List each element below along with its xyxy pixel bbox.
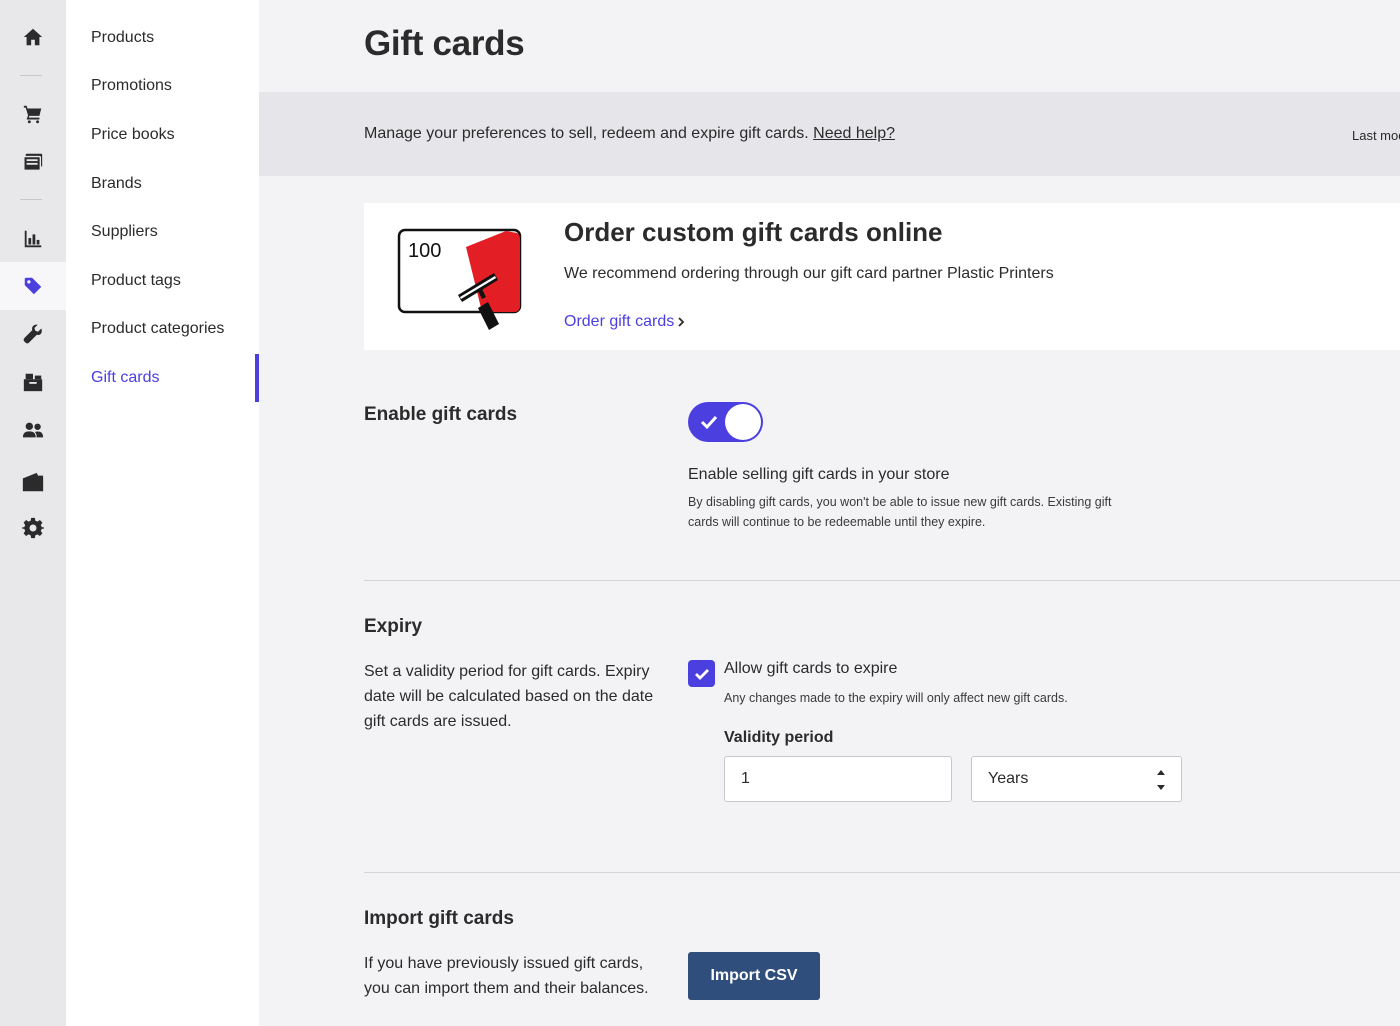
subnav-item-label: Promotions [91, 77, 172, 94]
validity-unit-value: Years [988, 770, 1029, 787]
subnav-item-label: Product tags [91, 272, 181, 289]
check-icon [694, 668, 709, 680]
expiry-desc-line: date will be calculated based on the dat… [364, 688, 654, 705]
promo-title: Order custom gift cards online [564, 217, 943, 247]
order-gift-cards-label: Order gift cards [564, 313, 675, 330]
need-help-link[interactable]: Need help? [813, 125, 895, 142]
subnav-item-product-categories[interactable]: Product categories [66, 307, 259, 351]
gear-icon [22, 517, 44, 539]
subnav-item-label: Suppliers [91, 223, 158, 240]
import-section-title: Import gift cards [364, 908, 514, 929]
cart-icon [23, 105, 42, 124]
register-icon [23, 153, 43, 171]
wrench-icon [23, 324, 42, 344]
rail-setup[interactable] [0, 310, 66, 358]
enable-gift-cards-toggle[interactable] [688, 402, 763, 442]
section-divider [364, 872, 1400, 873]
enable-section-title: Enable gift cards [364, 404, 518, 425]
customers-icon [22, 422, 44, 438]
last-modified-text: Last mod [1352, 128, 1400, 143]
subnav-item-product-tags[interactable]: Product tags [66, 259, 259, 303]
import-desc-line: you can import them and their balances. [364, 980, 649, 997]
allow-expire-label: Allow gift cards to expire [724, 660, 898, 677]
sort-arrows-icon [1157, 770, 1165, 790]
validity-unit-select[interactable]: Years [971, 756, 1182, 802]
validity-period-label: Validity period [724, 729, 834, 746]
rail-settings[interactable] [0, 504, 66, 552]
expiry-desc-line: Set a validity period for gift cards. Ex… [364, 663, 650, 680]
gift-card-illustration: 100 [397, 228, 522, 330]
rail-divider [20, 75, 42, 76]
gift-card-value: 100 [408, 240, 441, 262]
promo-description: We recommend ordering through our gift c… [564, 265, 1054, 282]
import-csv-button[interactable]: Import CSV [688, 952, 820, 1000]
tag-icon [24, 277, 42, 295]
rail-reporting[interactable] [0, 215, 66, 263]
icon-rail [0, 0, 66, 1026]
rail-home[interactable] [0, 13, 66, 61]
rail-inventory[interactable] [0, 358, 66, 406]
home-icon [23, 28, 43, 46]
subnav-item-label: Products [91, 29, 155, 46]
inventory-icon [23, 373, 43, 392]
rail-sell[interactable] [0, 90, 66, 138]
order-gift-cards-promo: 100 Order custom gift cards online We re… [364, 203, 1400, 350]
banner-description: Manage your preferences to sell, redeem … [364, 125, 809, 142]
catalog-subnav: Products Promotions Price books Brands S… [66, 0, 259, 1026]
rail-catalog[interactable] [0, 262, 66, 310]
rail-ecommerce[interactable] [0, 458, 66, 506]
chevron-right-icon [678, 317, 685, 327]
subnav-item-brands[interactable]: Brands [66, 162, 259, 206]
enable-option-label: Enable selling gift cards in your store [688, 466, 950, 483]
enable-help-line: By disabling gift cards, you won't be ab… [688, 495, 1112, 509]
reports-icon [24, 230, 42, 248]
subnav-item-promotions[interactable]: Promotions [66, 64, 259, 108]
folder-icon [22, 472, 44, 492]
subnav-item-gift-cards[interactable]: Gift cards [66, 354, 259, 402]
enable-help-line: cards will continue to be redeemable unt… [688, 515, 986, 529]
order-gift-cards-link[interactable]: Order gift cards [564, 313, 685, 331]
rail-register[interactable] [0, 138, 66, 186]
check-icon [700, 415, 718, 430]
subnav-item-label: Gift cards [91, 369, 160, 386]
section-divider [364, 580, 1400, 581]
subnav-item-label: Product categories [91, 320, 225, 337]
import-description: If you have previously issued gift cards… [364, 951, 649, 1001]
toggle-knob [725, 404, 761, 440]
subnav-item-price-books[interactable]: Price books [66, 113, 259, 157]
allow-expire-help: Any changes made to the expiry will only… [724, 691, 1068, 705]
page-title: Gift cards [364, 24, 525, 63]
import-desc-line: If you have previously issued gift cards… [364, 955, 644, 972]
allow-expire-checkbox[interactable] [688, 660, 715, 687]
subnav-item-label: Brands [91, 175, 142, 192]
expiry-desc-line: gift cards are issued. [364, 713, 512, 730]
validity-period-input[interactable] [724, 756, 952, 802]
expiry-section-title: Expiry [364, 616, 423, 637]
info-banner: Manage your preferences to sell, redeem … [259, 92, 1400, 176]
banner-text: Manage your preferences to sell, redeem … [364, 125, 895, 143]
rail-divider [20, 199, 42, 200]
enable-option-help: By disabling gift cards, you won't be ab… [688, 492, 1111, 532]
subnav-item-suppliers[interactable]: Suppliers [66, 210, 259, 254]
expiry-description: Set a validity period for gift cards. Ex… [364, 659, 653, 734]
subnav-item-label: Price books [91, 126, 175, 143]
rail-customers[interactable] [0, 406, 66, 454]
subnav-item-products[interactable]: Products [66, 16, 259, 60]
